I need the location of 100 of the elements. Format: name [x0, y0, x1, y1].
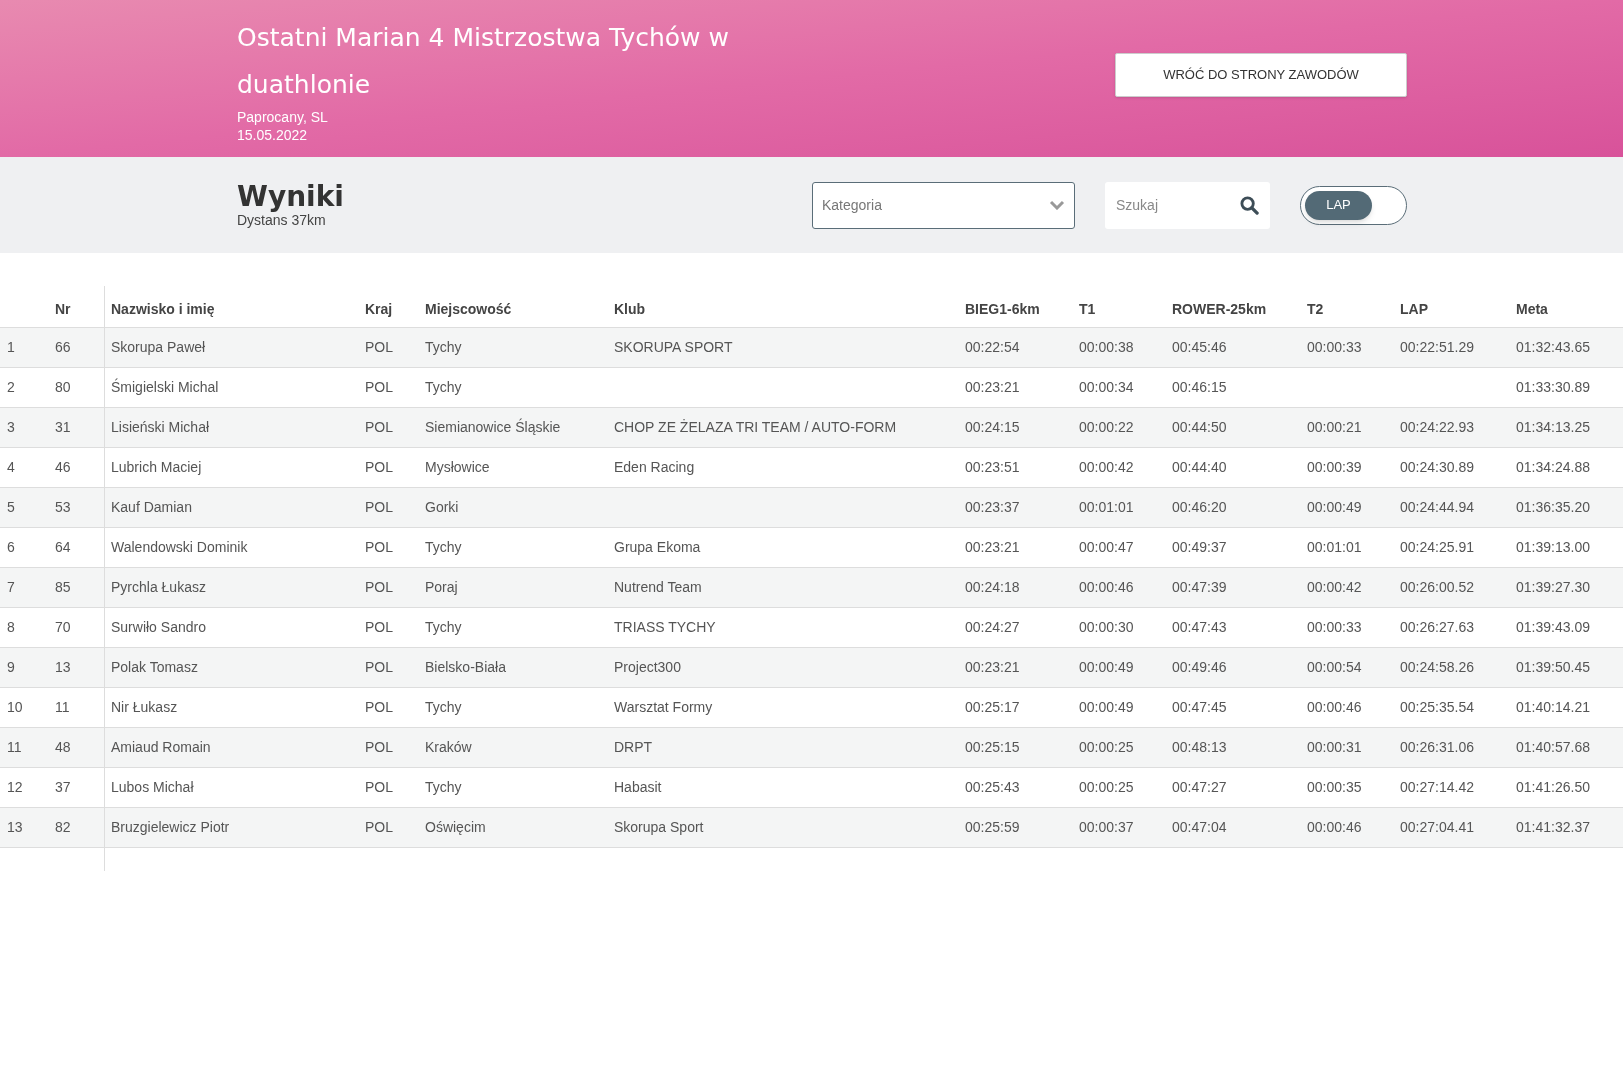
- table-cell: 00:00:35: [1307, 778, 1362, 795]
- table-cell: 00:25:15: [965, 738, 1020, 755]
- table-cell: 00:49:37: [1172, 538, 1227, 555]
- table-cell: 00:00:34: [1079, 378, 1134, 395]
- table-cell: 64: [55, 538, 71, 555]
- column-header: T2: [1300, 286, 1393, 327]
- table-cell: POL: [365, 698, 393, 715]
- table-cell: 01:41:32.37: [1516, 818, 1590, 835]
- table-cell: 00:00:54: [1307, 658, 1362, 675]
- table-cell: 00:24:27: [965, 618, 1020, 635]
- table-cell: POL: [365, 738, 393, 755]
- table-cell: Lubos Michał: [111, 778, 194, 795]
- table-cell: 00:00:25: [1079, 738, 1134, 755]
- table-cell: Project300: [614, 658, 681, 675]
- table-cell: 01:32:43.65: [1516, 338, 1590, 355]
- table-cell: 01:40:57.68: [1516, 738, 1590, 755]
- event-date: 15.05.2022: [237, 126, 309, 144]
- table-cell: 00:25:59: [965, 818, 1020, 835]
- table-cell: 00:00:33: [1307, 338, 1362, 355]
- table-cell: 00:46:15: [1172, 378, 1227, 395]
- table-cell: Skorupa Paweł: [111, 338, 206, 355]
- table-cell: Tychy: [425, 378, 462, 395]
- results-title: Wyniki: [237, 182, 344, 212]
- table-cell: 00:23:37: [965, 498, 1020, 515]
- table-cell: 01:40:14.21: [1516, 698, 1590, 715]
- table-cell: POL: [365, 458, 393, 475]
- table-cell: Śmigielski Michal: [111, 378, 219, 395]
- table-cell: 00:00:49: [1079, 658, 1134, 675]
- distance-label: Dystans 37km: [237, 212, 327, 228]
- table-cell: 00:00:31: [1307, 738, 1362, 755]
- table-cell: 11: [55, 698, 70, 715]
- table-cell: Walendowski Dominik: [111, 538, 248, 555]
- lap-toggle[interactable]: LAP: [1300, 185, 1407, 225]
- column-header: Klub: [607, 286, 958, 327]
- table-cell: 01:34:13.25: [1516, 418, 1590, 435]
- table-cell: 5: [7, 498, 15, 515]
- table-cell: 01:33:30.89: [1516, 378, 1590, 395]
- table-cell: 00:00:46: [1079, 578, 1134, 595]
- table-cell: Bruzgielewicz Piotr: [111, 818, 230, 835]
- column-header: T1: [1072, 286, 1165, 327]
- table-cell: 01:39:50.45: [1516, 658, 1590, 675]
- table-cell: 00:46:20: [1172, 498, 1227, 515]
- table-cell: 8: [7, 618, 15, 635]
- table-cell: 01:39:13.00: [1516, 538, 1590, 555]
- table-cell: POL: [365, 378, 393, 395]
- table-cell: 00:00:25: [1079, 778, 1134, 795]
- table-cell: 7: [7, 578, 15, 595]
- table-cell: 00:23:21: [965, 538, 1020, 555]
- table-cell: Siemianowice Śląskie: [425, 418, 561, 435]
- table-cell: 00:00:21: [1307, 418, 1362, 435]
- table-cell: 00:47:39: [1172, 578, 1227, 595]
- table-cell: 00:45:46: [1172, 338, 1227, 355]
- column-header: Meta: [1509, 286, 1623, 327]
- table-cell: 12: [7, 778, 23, 795]
- table-cell: 00:00:46: [1307, 698, 1362, 715]
- table-cell: 00:00:49: [1079, 698, 1134, 715]
- table-cell: 00:00:39: [1307, 458, 1362, 475]
- table-cell: 00:00:30: [1079, 618, 1134, 635]
- table-cell: 31: [55, 418, 71, 435]
- table-cell: DRPT: [614, 738, 653, 755]
- category-select[interactable]: Kategoria: [812, 181, 1075, 229]
- table-cell: 85: [55, 578, 71, 595]
- table-cell: 2: [7, 378, 15, 395]
- chevron-down-icon: [1049, 200, 1065, 210]
- table-cell: 00:24:25.91: [1400, 538, 1474, 555]
- table-cell: Lisieński Michał: [111, 418, 210, 435]
- table-cell: Amiaud Romain: [111, 738, 211, 755]
- table-cell: 00:01:01: [1307, 538, 1362, 555]
- table-cell: 00:48:13: [1172, 738, 1227, 755]
- table-cell: 00:49:46: [1172, 658, 1227, 675]
- table-cell: POL: [365, 498, 393, 515]
- column-header: Nr: [48, 286, 104, 327]
- table-cell: 11: [7, 738, 22, 755]
- table-cell: 9: [7, 658, 15, 675]
- table-cell: Mysłowice: [425, 458, 490, 475]
- table-cell: Eden Racing: [614, 458, 695, 475]
- table-cell: Bielsko-Biała: [425, 658, 506, 675]
- column-header: Kraj: [358, 286, 418, 327]
- event-location: Paprocany, SL: [237, 108, 329, 126]
- table-cell: 00:44:50: [1172, 418, 1227, 435]
- table-cell: Nutrend Team: [614, 578, 702, 595]
- table-cell: 00:01:01: [1079, 498, 1134, 515]
- table-cell: 00:00:42: [1307, 578, 1362, 595]
- table-cell: Tychy: [425, 538, 462, 555]
- table-cell: 00:00:46: [1307, 818, 1362, 835]
- table-cell: 00:26:27.63: [1400, 618, 1474, 635]
- table-cell: Kraków: [425, 738, 472, 755]
- table-cell: CHOP ZE ŻELAZA TRI TEAM / AUTO-FORM: [614, 418, 897, 435]
- search-field[interactable]: Szukaj: [1105, 181, 1270, 229]
- table-cell: POL: [365, 658, 393, 675]
- table-cell: Skorupa Sport: [614, 818, 704, 835]
- table-cell: 13: [7, 818, 23, 835]
- back-button[interactable]: WRÓĆ DO STRONY ZAWODÓW: [1115, 53, 1407, 97]
- table-cell: POL: [365, 618, 393, 635]
- table-cell: Poraj: [425, 578, 458, 595]
- table-cell: 00:24:18: [965, 578, 1020, 595]
- table-cell: 00:27:04.41: [1400, 818, 1474, 835]
- column-header: Nazwisko i imię: [104, 286, 358, 327]
- category-placeholder: Kategoria: [822, 195, 882, 215]
- column-header: Miejscowość: [418, 286, 607, 327]
